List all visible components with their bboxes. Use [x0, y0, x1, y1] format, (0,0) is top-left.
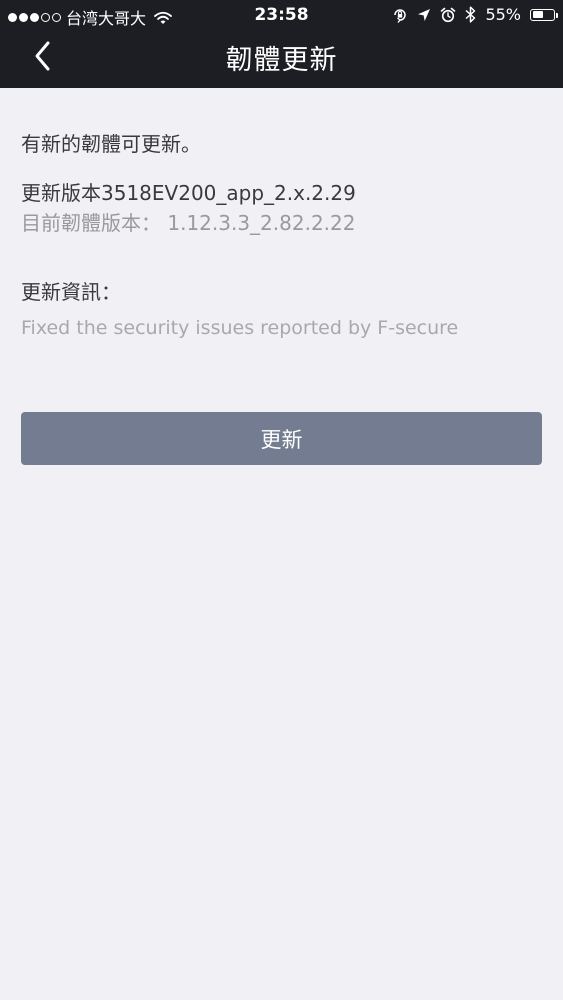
current-version-label: 目前韌體版本： 1.12.3.3_2.82.2.22 — [21, 211, 356, 235]
update-button[interactable]: 更新 — [21, 412, 542, 465]
battery-percent: 55% — [485, 5, 521, 24]
update-available-notice: 有新的韌體可更新。 — [21, 132, 201, 156]
rotation-lock-icon — [392, 7, 408, 23]
new-version-label: 更新版本3518EV200_app_2.x.2.29 — [21, 181, 356, 205]
battery-tip — [556, 12, 558, 18]
update-info-label: 更新資訊： — [21, 280, 121, 304]
status-right: 55% — [392, 5, 558, 24]
location-arrow-icon — [417, 8, 431, 22]
battery-level-fill — [532, 11, 544, 18]
alarm-icon — [440, 7, 456, 23]
bluetooth-icon — [465, 6, 476, 23]
status-bar: 台湾大哥大 23:58 55% — [0, 0, 563, 30]
page-title: 韌體更新 — [225, 45, 338, 76]
header: 台湾大哥大 23:58 55% 韌體更新 — [0, 0, 563, 88]
update-info-text: Fixed the security issues reported by F-… — [21, 317, 459, 339]
battery-icon — [530, 8, 558, 21]
